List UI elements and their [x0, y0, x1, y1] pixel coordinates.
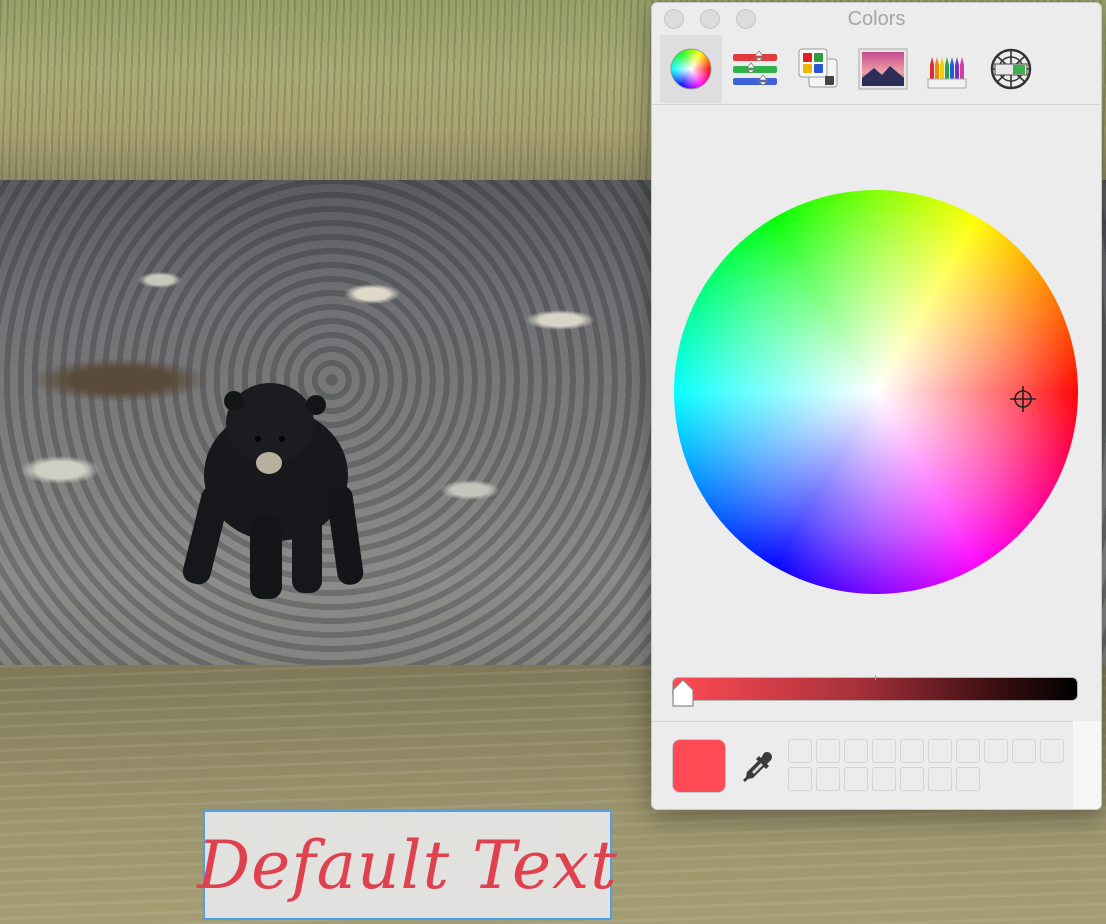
swatch-slot[interactable]: [928, 739, 952, 763]
slider-tick: [875, 675, 876, 680]
text-box-label[interactable]: Default Text: [197, 827, 618, 904]
color-palettes-icon: [798, 48, 838, 88]
colors-panel: Colors: [651, 2, 1102, 810]
swatch-slot[interactable]: [816, 739, 840, 763]
tab-pencils[interactable]: [916, 35, 978, 103]
titlebar: Colors: [652, 3, 1101, 35]
swatch-slot[interactable]: [788, 739, 812, 763]
color-wheel-icon: [670, 48, 712, 90]
swatch-slot[interactable]: [872, 739, 896, 763]
color-wheel-view: [652, 105, 1101, 721]
pencils-icon: [927, 57, 967, 89]
swatch-slot[interactable]: [788, 767, 812, 791]
mode-toolbar: [652, 35, 1101, 105]
tab-color-palettes[interactable]: [788, 35, 850, 103]
tab-image-palettes[interactable]: [852, 35, 914, 103]
brightness-slider[interactable]: [672, 677, 1078, 701]
custom-palette-icon: [990, 48, 1032, 90]
crosshair-icon[interactable]: [1008, 384, 1038, 414]
swatch-slot[interactable]: [956, 739, 980, 763]
swatch-slot[interactable]: [844, 739, 868, 763]
swatch-slot[interactable]: [872, 767, 896, 791]
panel-title: Colors: [847, 8, 906, 30]
panel-resize-edge: [1073, 721, 1101, 809]
swatch-slot[interactable]: [928, 767, 952, 791]
swatch-grid: [788, 739, 1070, 791]
eyedropper-icon[interactable]: [740, 750, 776, 786]
swatch-slot[interactable]: [956, 767, 980, 791]
swatch-slot[interactable]: [1040, 739, 1064, 763]
swatch-slot[interactable]: [900, 767, 924, 791]
swatch-slot[interactable]: [816, 767, 840, 791]
swatch-bar: [652, 721, 1101, 809]
swatch-slot[interactable]: [844, 767, 868, 791]
color-sliders-icon: [733, 50, 777, 86]
tab-color-wheel[interactable]: [660, 35, 722, 103]
swatch-slot[interactable]: [984, 739, 1008, 763]
tab-color-sliders[interactable]: [724, 35, 786, 103]
brightness-slider-thumb[interactable]: [671, 679, 695, 709]
swatch-slot[interactable]: [900, 739, 924, 763]
bear-figure: [182, 383, 364, 599]
tab-custom-palette[interactable]: [980, 35, 1042, 103]
text-box[interactable]: Default Text: [197, 810, 617, 920]
image-palettes-icon: [858, 48, 908, 90]
current-color-well[interactable]: [672, 739, 726, 793]
swatch-slot[interactable]: [1012, 739, 1036, 763]
